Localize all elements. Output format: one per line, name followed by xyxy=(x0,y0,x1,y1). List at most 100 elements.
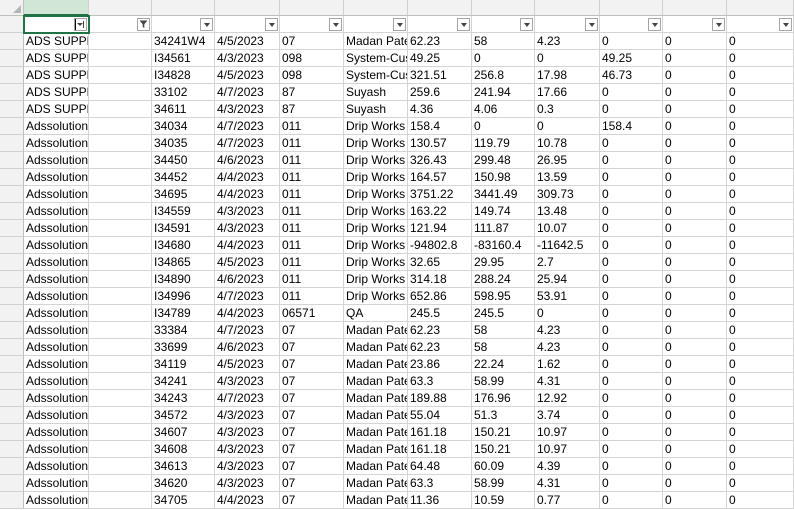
filter-dropdown-icon[interactable] xyxy=(329,18,342,31)
table-cell-i[interactable]: 309.73 xyxy=(535,186,600,203)
header-cell-l[interactable] xyxy=(727,16,794,33)
table-cell-c[interactable]: 34243 xyxy=(152,390,215,407)
table-cell-i[interactable]: 0 xyxy=(535,50,600,67)
row-header[interactable] xyxy=(0,271,24,288)
table-cell-h[interactable]: 245.5 xyxy=(472,305,535,322)
table-cell-j[interactable]: 0 xyxy=(600,492,663,509)
table-cell-b[interactable] xyxy=(89,458,152,475)
column-header-k[interactable] xyxy=(663,0,727,16)
table-cell-c[interactable]: 34452 xyxy=(152,169,215,186)
table-cell-g[interactable]: 161.18 xyxy=(408,441,472,458)
table-cell-a[interactable]: Adssolutions xyxy=(24,339,89,356)
table-cell-c[interactable]: I34996 xyxy=(152,288,215,305)
row-header[interactable] xyxy=(0,424,24,441)
column-header-c[interactable] xyxy=(152,0,215,16)
table-cell-l[interactable]: 0 xyxy=(727,50,794,67)
table-cell-a[interactable]: Adssolutions xyxy=(24,458,89,475)
table-cell-f[interactable]: Drip Works xyxy=(344,220,408,237)
table-cell-k[interactable]: 0 xyxy=(663,458,727,475)
row-header[interactable] xyxy=(0,152,24,169)
table-cell-l[interactable]: 0 xyxy=(727,33,794,50)
table-cell-h[interactable]: 299.48 xyxy=(472,152,535,169)
table-cell-a[interactable]: ADS SUPPLY CENTER xyxy=(24,33,89,50)
table-cell-a[interactable]: Adssolutions xyxy=(24,305,89,322)
table-cell-j[interactable]: 0 xyxy=(600,373,663,390)
header-cell-j[interactable] xyxy=(600,16,663,33)
table-cell-c[interactable]: I34828 xyxy=(152,67,215,84)
table-cell-h[interactable]: 58 xyxy=(472,339,535,356)
row-header[interactable] xyxy=(0,305,24,322)
table-cell-l[interactable]: 0 xyxy=(727,84,794,101)
table-cell-a[interactable]: Adssolutions xyxy=(24,475,89,492)
table-cell-i[interactable]: 17.98 xyxy=(535,67,600,84)
table-cell-l[interactable]: 0 xyxy=(727,271,794,288)
table-cell-i[interactable]: 10.97 xyxy=(535,424,600,441)
table-cell-i[interactable]: 4.23 xyxy=(535,33,600,50)
table-cell-b[interactable] xyxy=(89,271,152,288)
table-cell-g[interactable]: 64.48 xyxy=(408,458,472,475)
table-cell-j[interactable]: 0 xyxy=(600,407,663,424)
header-cell-e[interactable] xyxy=(280,16,344,33)
table-cell-l[interactable]: 0 xyxy=(727,169,794,186)
table-cell-h[interactable]: 58 xyxy=(472,33,535,50)
table-cell-j[interactable]: 0 xyxy=(600,152,663,169)
table-cell-j[interactable]: 0 xyxy=(600,475,663,492)
table-cell-k[interactable]: 0 xyxy=(663,424,727,441)
table-cell-e[interactable]: 07 xyxy=(280,322,344,339)
table-cell-l[interactable]: 0 xyxy=(727,441,794,458)
table-cell-h[interactable]: 256.8 xyxy=(472,67,535,84)
table-cell-i[interactable]: 4.31 xyxy=(535,475,600,492)
table-cell-f[interactable]: Drip Works xyxy=(344,152,408,169)
table-cell-f[interactable]: Madan Patel xyxy=(344,407,408,424)
table-cell-i[interactable]: -11642.5 xyxy=(535,237,600,254)
table-cell-j[interactable]: 49.25 xyxy=(600,50,663,67)
table-cell-d[interactable]: 4/5/2023 xyxy=(215,254,280,271)
table-cell-f[interactable]: Madan Patel xyxy=(344,322,408,339)
table-cell-l[interactable]: 0 xyxy=(727,390,794,407)
table-cell-b[interactable] xyxy=(89,424,152,441)
table-cell-b[interactable] xyxy=(89,169,152,186)
table-cell-e[interactable]: 011 xyxy=(280,169,344,186)
table-cell-f[interactable]: Drip Works xyxy=(344,288,408,305)
table-cell-g[interactable]: 63.3 xyxy=(408,475,472,492)
table-cell-d[interactable]: 4/7/2023 xyxy=(215,84,280,101)
table-cell-f[interactable]: Drip Works xyxy=(344,135,408,152)
table-cell-c[interactable]: I34591 xyxy=(152,220,215,237)
table-cell-l[interactable]: 0 xyxy=(727,203,794,220)
table-cell-g[interactable]: 49.25 xyxy=(408,50,472,67)
table-cell-f[interactable]: Madan Patel xyxy=(344,492,408,509)
table-cell-e[interactable]: 87 xyxy=(280,84,344,101)
spreadsheet-grid[interactable]: ADS SUPPLY CENTER34241W44/5/202307Madan … xyxy=(0,0,794,510)
table-cell-i[interactable]: 3.74 xyxy=(535,407,600,424)
table-cell-h[interactable]: 149.74 xyxy=(472,203,535,220)
table-cell-f[interactable]: Drip Works xyxy=(344,254,408,271)
table-cell-b[interactable] xyxy=(89,203,152,220)
table-cell-l[interactable]: 0 xyxy=(727,407,794,424)
table-cell-c[interactable]: 33699 xyxy=(152,339,215,356)
table-cell-b[interactable] xyxy=(89,101,152,118)
table-cell-f[interactable]: Suyash xyxy=(344,101,408,118)
table-cell-i[interactable]: 25.94 xyxy=(535,271,600,288)
table-cell-h[interactable]: 29.95 xyxy=(472,254,535,271)
header-cell-g[interactable] xyxy=(408,16,472,33)
table-cell-f[interactable]: System-Cust xyxy=(344,67,408,84)
table-cell-g[interactable]: 62.23 xyxy=(408,322,472,339)
table-cell-k[interactable]: 0 xyxy=(663,492,727,509)
table-cell-i[interactable]: 1.62 xyxy=(535,356,600,373)
table-cell-l[interactable]: 0 xyxy=(727,475,794,492)
table-cell-l[interactable]: 0 xyxy=(727,101,794,118)
filter-dropdown-icon[interactable] xyxy=(779,18,792,31)
table-cell-c[interactable]: 34035 xyxy=(152,135,215,152)
header-cell-h[interactable] xyxy=(472,16,535,33)
row-header[interactable] xyxy=(0,33,24,50)
column-header-g[interactable] xyxy=(408,0,472,16)
table-cell-c[interactable]: 34695 xyxy=(152,186,215,203)
table-cell-f[interactable]: Madan Patel xyxy=(344,339,408,356)
table-cell-b[interactable] xyxy=(89,186,152,203)
table-cell-d[interactable]: 4/3/2023 xyxy=(215,424,280,441)
table-cell-e[interactable]: 07 xyxy=(280,492,344,509)
table-cell-c[interactable]: 34613 xyxy=(152,458,215,475)
table-cell-k[interactable]: 0 xyxy=(663,356,727,373)
table-cell-e[interactable]: 07 xyxy=(280,441,344,458)
table-cell-l[interactable]: 0 xyxy=(727,288,794,305)
